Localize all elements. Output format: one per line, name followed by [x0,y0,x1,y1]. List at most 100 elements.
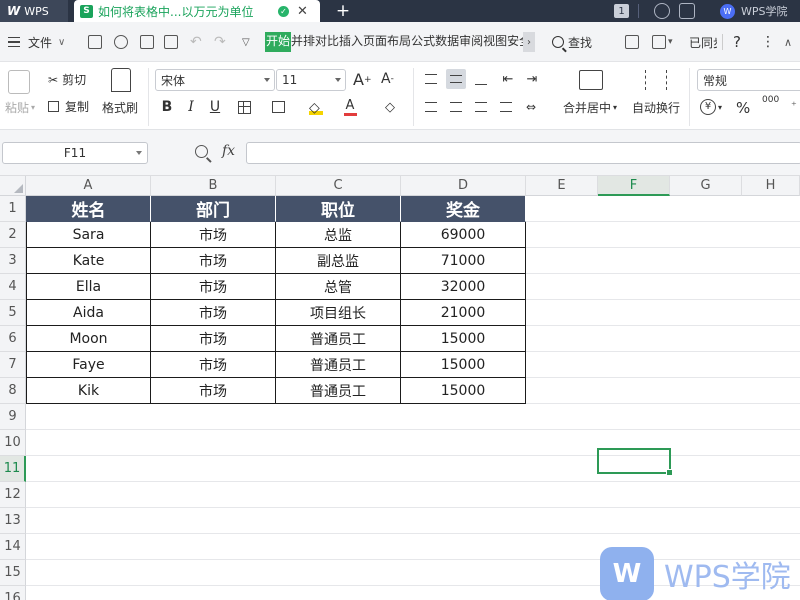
table-cell[interactable]: 普通员工 [276,352,401,378]
column-header-e[interactable]: E [526,176,598,196]
tab-review[interactable]: 审阅 [459,32,483,52]
font-color-button[interactable]: A [340,97,360,117]
tab-page-layout[interactable]: 页面布局 [363,32,411,52]
table-cell[interactable]: 市场 [151,326,276,352]
row-header-3[interactable]: 3 [0,248,26,274]
bold-button[interactable]: B [157,97,177,117]
select-all-corner[interactable] [0,176,26,196]
table-cell[interactable]: 69000 [401,222,526,248]
search-button[interactable]: 查找 [552,22,592,62]
table-cell[interactable]: 15000 [401,326,526,352]
row-header-9[interactable]: 9 [0,404,26,430]
column-header-c[interactable]: C [276,176,401,196]
paste-button[interactable]: 粘贴 ▾ [5,99,35,116]
file-menu[interactable]: 文件 ∨ [28,22,65,62]
table-header-cell[interactable]: 部门 [151,196,276,222]
table-cell[interactable]: 普通员工 [276,326,401,352]
row-header-10[interactable]: 10 [0,430,26,456]
zoom-icon[interactable] [195,145,208,158]
column-header-f[interactable]: F [598,176,670,196]
tab-home[interactable]: 开始 [265,32,292,52]
tab-insert[interactable]: 插入 [339,32,363,52]
currency-button[interactable]: ¥ ▾ [700,99,722,115]
column-header-a[interactable]: A [26,176,151,196]
merge-center-button[interactable]: 合并居中 ▾ [563,99,617,116]
decrease-font-button[interactable]: A- [381,71,394,87]
font-size-select[interactable]: 11 [276,69,346,91]
table-cell[interactable]: 市场 [151,248,276,274]
table-header-cell[interactable]: 姓名 [26,196,151,222]
table-cell[interactable]: 71000 [401,248,526,274]
tab-compare[interactable]: 并排对比 [291,32,339,52]
table-cell[interactable]: 市场 [151,352,276,378]
undo-icon[interactable]: ↶ [190,22,202,62]
formula-input[interactable] [246,142,800,164]
row-header-14[interactable]: 14 [0,534,26,560]
collapse-ribbon-icon[interactable]: ∧ [784,22,792,62]
customize-toolbar-icon[interactable]: ▽ [242,22,250,62]
cloud-dropdown-icon[interactable]: ▾ [668,22,673,62]
export-icon[interactable] [114,35,128,49]
row-header-7[interactable]: 7 [0,352,26,378]
help-button[interactable]: ? [733,22,741,62]
close-tab-icon[interactable]: ✕ [297,4,308,19]
table-cell[interactable]: 普通员工 [276,378,401,404]
number-more-icon[interactable]: ⁺ [791,99,797,112]
merge-center-icon[interactable] [579,70,603,90]
table-cell[interactable]: Faye [26,352,151,378]
table-header-cell[interactable]: 奖金 [401,196,526,222]
cloud-icon[interactable] [652,35,666,49]
clear-format-button[interactable]: ◇ [380,97,400,117]
column-header-d[interactable]: D [401,176,526,196]
table-cell[interactable]: 市场 [151,222,276,248]
number-format-select[interactable]: 常规 [697,69,800,91]
table-cell[interactable]: 市场 [151,378,276,404]
cut-button[interactable]: ✂ 剪切 [48,71,86,88]
format-painter-button[interactable]: 格式刷 [102,99,138,116]
italic-button[interactable]: I [181,97,201,117]
decrease-indent-button[interactable]: ⇤ [498,69,518,89]
borders-button[interactable] [234,97,254,117]
save-icon[interactable] [88,35,102,49]
align-bottom-button[interactable] [471,69,491,89]
table-header-cell[interactable]: 职位 [276,196,401,222]
sync-status[interactable]: 已同步 [689,22,717,62]
font-name-select[interactable]: 宋体 [155,69,275,91]
increase-indent-button[interactable]: ⇥ [522,69,542,89]
table-cell[interactable]: Ella [26,274,151,300]
column-header-b[interactable]: B [151,176,276,196]
skin-icon[interactable] [679,3,695,19]
wrap-text-button[interactable]: 自动换行 [632,99,680,116]
table-cell[interactable]: Kik [26,378,151,404]
table-cell[interactable]: Aida [26,300,151,326]
row-header-11[interactable]: 11 [0,456,26,482]
row-header-8[interactable]: 8 [0,378,26,404]
table-cell[interactable]: 15000 [401,352,526,378]
table-cell[interactable]: 32000 [401,274,526,300]
tab-view[interactable]: 视图 [483,32,507,52]
table-cell[interactable]: Kate [26,248,151,274]
increase-font-button[interactable]: A + [353,70,372,89]
underline-button[interactable]: U [205,97,225,117]
row-header-6[interactable]: 6 [0,326,26,352]
fill-color-button[interactable]: ◇ [306,97,326,117]
table-cell[interactable]: 总管 [276,274,401,300]
align-left-button[interactable] [421,97,441,117]
row-header-4[interactable]: 4 [0,274,26,300]
active-cell-cursor[interactable] [597,448,673,476]
more-menu-button[interactable]: ⋮ [761,22,775,62]
new-tab-button[interactable]: + [333,0,353,22]
user-account[interactable]: W WPS学院 [720,0,788,22]
table-cell[interactable]: Moon [26,326,151,352]
align-middle-button[interactable] [446,69,466,89]
align-center-button[interactable] [446,97,466,117]
print-preview-icon[interactable] [164,35,178,49]
table-cell[interactable]: Sara [26,222,151,248]
table-cell[interactable]: 15000 [401,378,526,404]
row-header-1[interactable]: 1 [0,196,26,222]
table-cell[interactable]: 21000 [401,300,526,326]
row-header-2[interactable]: 2 [0,222,26,248]
row-header-12[interactable]: 12 [0,482,26,508]
distributed-align-button[interactable]: ⇔ [521,97,541,117]
document-tab[interactable]: S 如何将表格中...以万元为单位 ✓ ✕ [74,0,320,22]
